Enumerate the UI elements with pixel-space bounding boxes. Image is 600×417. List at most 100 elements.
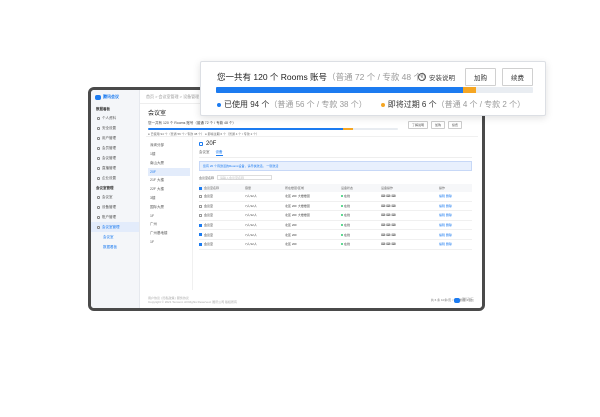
sidebar-item[interactable]: 设备管理 bbox=[91, 202, 139, 212]
tree-node[interactable]: 南山大厦 bbox=[148, 159, 190, 168]
capacity-cell: 7人/12人 bbox=[245, 242, 257, 247]
location-cell: 北区 20F 大楼楼层 bbox=[285, 203, 310, 208]
column-header: 操作 bbox=[439, 186, 446, 190]
row-checkbox[interactable] bbox=[199, 223, 202, 227]
room-name-cell: 会议室 bbox=[199, 223, 245, 227]
sidebar-subitem[interactable]: 会议室 bbox=[91, 232, 139, 242]
select-all-checkbox[interactable] bbox=[199, 186, 202, 190]
nav-icon bbox=[97, 205, 100, 209]
tab-rooms[interactable]: 会议室 bbox=[199, 150, 210, 156]
search-label: 会议室名称 bbox=[199, 175, 215, 180]
tree-node[interactable]: 广州 bbox=[148, 220, 190, 229]
row-actions[interactable]: 编辑 删除 bbox=[439, 213, 459, 217]
capacity-cell: 7人/12人 bbox=[245, 194, 257, 199]
sidebar-subitem[interactable]: 数据看板 bbox=[91, 242, 139, 252]
sidebar-item[interactable]: 个人资料 bbox=[91, 113, 139, 123]
summary-actions: 了解说明 加购 续费 bbox=[407, 121, 462, 129]
nav-icon bbox=[97, 136, 100, 140]
sidebar-item[interactable]: 会议室 bbox=[91, 192, 139, 202]
tree-node[interactable]: 3楼 bbox=[148, 194, 190, 203]
tree-node[interactable]: 广州基地楼 bbox=[148, 229, 190, 238]
row-checkbox[interactable] bbox=[199, 204, 202, 208]
table-row[interactable]: 会议室 7人/12人 北区 20F 大楼楼层 在线 ⌨ ⌨ ⌨ 编辑 删除 bbox=[199, 211, 472, 221]
table-row[interactable]: 会议室 7人/12人 北区 20F 在线 ⌨ ⌨ ⌨ 编辑 删除 bbox=[199, 240, 472, 250]
sidebar-item-active[interactable]: 会议室管理 bbox=[91, 222, 139, 232]
panel-tabs: 会议室 设备 bbox=[199, 150, 472, 158]
nav-group-title: 数据看板 bbox=[96, 107, 110, 111]
row-actions[interactable]: 编辑 删除 bbox=[439, 233, 459, 237]
install-guide-link[interactable]: i 安装说明 bbox=[418, 72, 455, 82]
nav-icon bbox=[97, 116, 100, 120]
table-row[interactable]: 会议室 7人/12人 北区 20F 在线 ⌨ ⌨ ⌨ 编辑 删除 bbox=[199, 221, 472, 231]
app-window: 腾讯会议 数据看板 个人资料 安全设置 用户管理 会员管理 会议管理 直播管理 … bbox=[91, 90, 482, 308]
row-checkbox[interactable] bbox=[199, 242, 202, 246]
tree-node[interactable]: 1楼 bbox=[148, 150, 190, 159]
row-actions[interactable]: 编辑 删除 bbox=[439, 223, 459, 227]
status-cell: 在线 bbox=[341, 242, 381, 246]
nav-icon bbox=[97, 146, 100, 150]
usage-progress-used bbox=[216, 87, 464, 93]
buy-button[interactable]: 加购 bbox=[465, 68, 496, 86]
capacity-cell: 7人/12人 bbox=[245, 203, 257, 208]
device-ops-cell: ⌨ ⌨ ⌨ bbox=[381, 213, 396, 218]
search-row: 会议室名称 请输入会议室名称 bbox=[199, 175, 472, 180]
room-name-cell: 会议室 bbox=[199, 242, 245, 246]
sidebar-item[interactable]: 会议管理 bbox=[91, 153, 139, 163]
status-dot-icon bbox=[341, 233, 343, 236]
table-row[interactable]: 会议室 7人/12人 北区 20F 大楼楼层 在线 ⌨ ⌨ ⌨ 编辑 删除 bbox=[199, 202, 472, 212]
brand: 腾讯会议 bbox=[91, 93, 139, 104]
room-name-cell: 会议室 bbox=[199, 213, 245, 217]
row-actions[interactable]: 编辑 删除 bbox=[439, 242, 459, 246]
tree-node[interactable]: 国际大厦 bbox=[148, 203, 190, 212]
device-ops-cell: ⌨ ⌨ ⌨ bbox=[381, 242, 396, 247]
nav-group-title: 会议室管理 bbox=[96, 186, 114, 190]
sidebar-item[interactable]: 企业设置 bbox=[91, 173, 139, 183]
row-actions[interactable]: 编辑 删除 bbox=[439, 194, 459, 198]
sidebar-item[interactable]: 安全设置 bbox=[91, 123, 139, 133]
used-dot-icon bbox=[217, 102, 221, 107]
floor-header: 20F bbox=[199, 141, 472, 147]
usage-bar bbox=[148, 128, 398, 130]
location-cell: 北区 20F bbox=[285, 242, 298, 247]
row-checkbox[interactable] bbox=[199, 195, 202, 198]
tree-node[interactable]: 1F bbox=[148, 238, 190, 246]
column-header: 设备状态 bbox=[341, 186, 354, 190]
row-checkbox[interactable] bbox=[199, 233, 202, 237]
table-row[interactable]: 会议室 7人/12人 北区 20F 大楼楼层 在线 ⌨ ⌨ ⌨ 编辑 删除 bbox=[199, 192, 472, 202]
status-dot-icon bbox=[341, 204, 343, 207]
tree-node[interactable]: 深圳分部 bbox=[148, 141, 190, 150]
tree-node[interactable]: 1F bbox=[148, 212, 190, 220]
nav-icon bbox=[97, 225, 100, 229]
tree-node[interactable]: 21F 大楼 bbox=[148, 176, 190, 185]
status-cell: 在线 bbox=[341, 233, 381, 237]
nav-icon bbox=[97, 156, 100, 160]
nav-icon bbox=[97, 166, 100, 170]
sidebar-item[interactable]: 直播管理 bbox=[91, 163, 139, 173]
sidebar-item[interactable]: 用户管理 bbox=[91, 133, 139, 143]
renew-button[interactable]: 续费 bbox=[447, 121, 462, 129]
row-actions[interactable]: 编辑 删除 bbox=[439, 204, 459, 208]
row-checkbox[interactable] bbox=[199, 214, 202, 218]
account-total-detail: （普通 72 个 / 专款 48 个） bbox=[327, 72, 431, 82]
nav-icon bbox=[97, 126, 100, 130]
column-header: 设备操作 bbox=[381, 186, 394, 190]
buy-button[interactable]: 加购 bbox=[430, 121, 445, 129]
sidebar: 腾讯会议 数据看板 个人资料 安全设置 用户管理 会员管理 会议管理 直播管理 … bbox=[91, 90, 140, 308]
callout-actions: i 安装说明 加购 续费 bbox=[418, 68, 533, 86]
sidebar-item[interactable]: 账户管理 bbox=[91, 212, 139, 222]
search-input[interactable]: 请输入会议室名称 bbox=[217, 175, 273, 180]
info-link[interactable]: 了解说明 bbox=[407, 121, 428, 129]
tree-node-selected[interactable]: 20F bbox=[148, 168, 190, 176]
renew-button[interactable]: 续费 bbox=[502, 68, 533, 86]
capacity-cell: 7人/12人 bbox=[245, 232, 257, 237]
table-row[interactable]: 会议室 7人/12人 北区 20F 在线 ⌨ ⌨ ⌨ 编辑 删除 bbox=[199, 230, 472, 240]
status-cell: 在线 bbox=[341, 213, 381, 217]
tree-node[interactable]: 22F 大楼 bbox=[148, 185, 190, 194]
usage-progress-expiring bbox=[463, 87, 476, 93]
usage-bar-expiring bbox=[343, 128, 353, 130]
tab-devices[interactable]: 设备 bbox=[215, 150, 223, 156]
content-area: 深圳分部 1楼 南山大厦 20F 21F 大楼 22F 大楼 3楼 国际大厦 1… bbox=[146, 136, 478, 302]
floor-icon bbox=[199, 142, 203, 146]
sidebar-item[interactable]: 会员管理 bbox=[91, 143, 139, 153]
room-table: 会议室名称 容量 所在楼层/区域 设备状态 设备操作 操作 会议室 7人/12人北… bbox=[199, 184, 472, 250]
